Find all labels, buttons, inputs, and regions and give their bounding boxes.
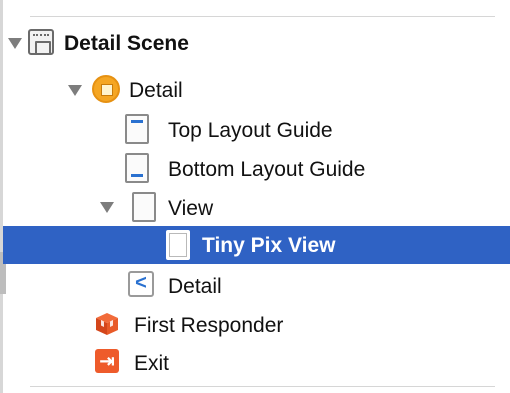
view-controller-icon [92, 75, 120, 103]
outline-row-tiny-pix-view[interactable]: Tiny Pix View [3, 226, 510, 264]
first-responder-label: First Responder [134, 314, 284, 337]
outline-row-view[interactable]: View [3, 189, 510, 227]
bottom-layout-guide-icon [125, 153, 149, 183]
disclosure-triangle-icon[interactable] [68, 85, 82, 96]
exit-label: Exit [134, 352, 170, 375]
disclosure-triangle-icon[interactable] [8, 38, 22, 49]
disclosure-triangle-icon[interactable] [100, 202, 114, 213]
top-divider [30, 16, 495, 17]
back-button-icon: < [128, 271, 154, 297]
scene-label: Detail Scene [64, 32, 189, 55]
tiny-pix-view-label: Tiny Pix View [202, 234, 336, 257]
top-layout-guide-icon [125, 114, 149, 144]
outline-row-view-controller[interactable]: Detail [3, 72, 510, 110]
bottom-layout-guide-label: Bottom Layout Guide [168, 158, 366, 181]
exit-icon: ⇥ [95, 349, 119, 373]
bottom-divider [30, 386, 495, 387]
view-label: View [168, 197, 214, 220]
storyboard-scene-icon [28, 29, 54, 55]
first-responder-icon [96, 313, 118, 335]
view-icon [166, 230, 190, 260]
view-icon [132, 192, 156, 222]
outline-row-exit[interactable]: ⇥ Exit [3, 344, 510, 382]
exit-glyph: ⇥ [99, 351, 115, 371]
top-layout-guide-label: Top Layout Guide [168, 119, 333, 142]
outline-row-bottom-layout-guide[interactable]: Bottom Layout Guide [3, 150, 510, 188]
outline-row-top-layout-guide[interactable]: Top Layout Guide [3, 111, 510, 149]
outline-row-first-responder[interactable]: First Responder [3, 306, 510, 344]
outline-row-back-item[interactable]: < Detail [3, 267, 510, 305]
back-chevron-glyph: < [135, 272, 147, 294]
back-item-label: Detail [168, 275, 222, 298]
outline-row-detail-scene[interactable]: Detail Scene [3, 24, 510, 62]
view-controller-label: Detail [129, 79, 183, 102]
document-outline: Detail Scene Detail Top Layout Guide Bot… [0, 0, 510, 393]
